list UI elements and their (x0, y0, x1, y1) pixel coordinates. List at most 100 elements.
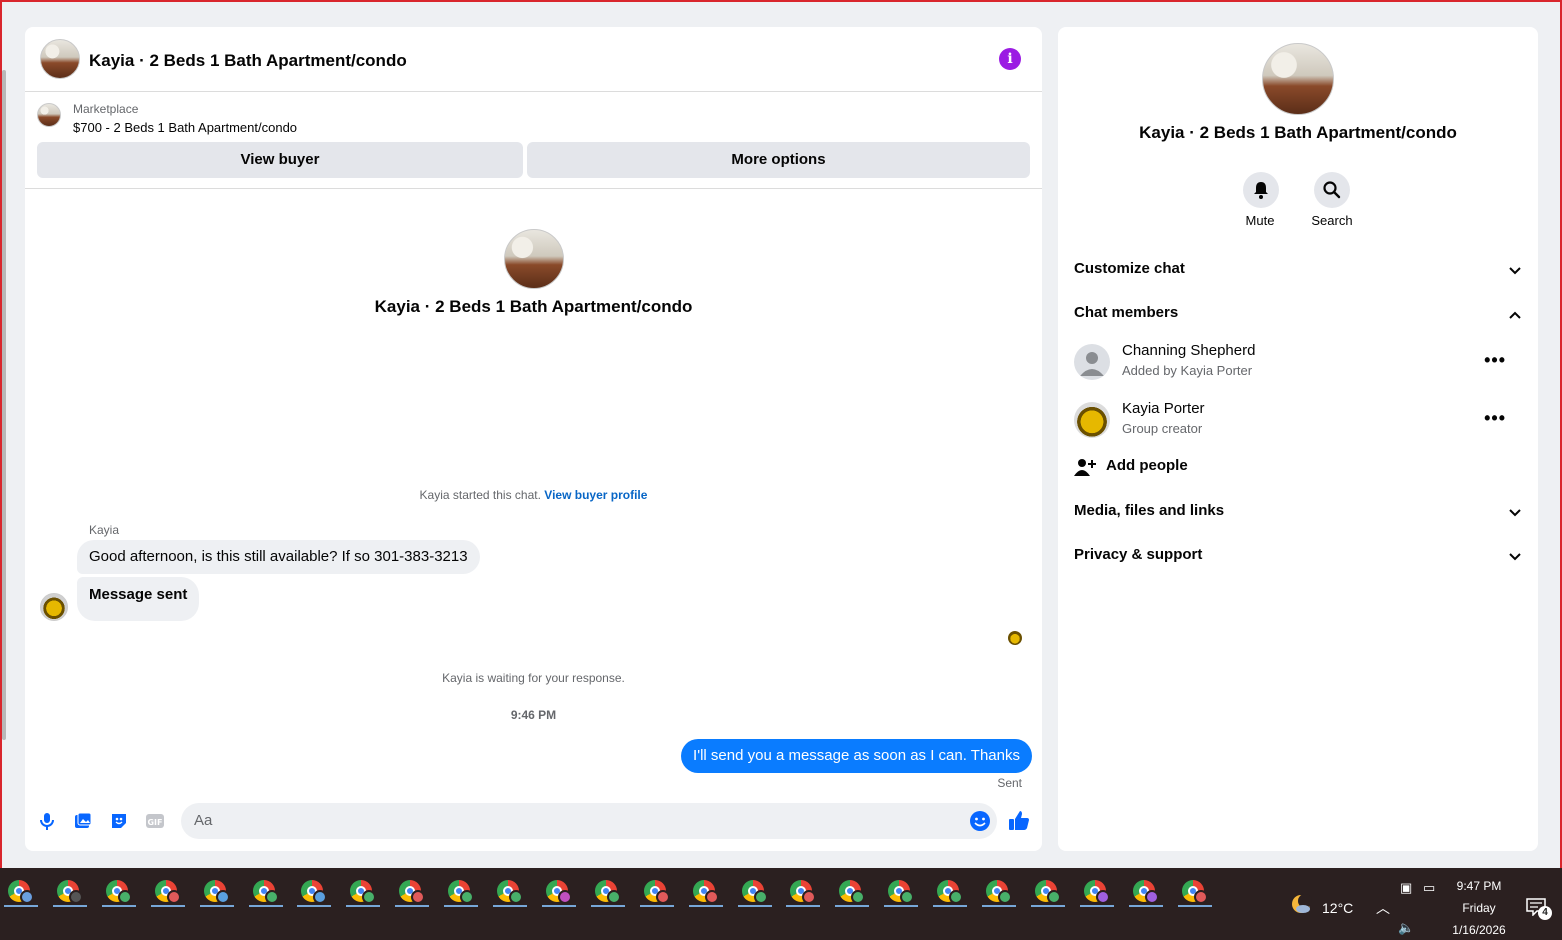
running-indicator (199, 905, 234, 907)
taskbar-chrome-item[interactable] (1030, 876, 1065, 907)
profile-badge-icon (900, 890, 915, 904)
message-composer: GIF Aa (25, 797, 1042, 851)
profile-badge-icon (509, 890, 523, 904)
running-indicator (541, 905, 576, 907)
member-row[interactable]: Channing Shepherd Added by Kayia Porter … (1074, 342, 1522, 386)
chevron-up-icon[interactable]: ︿ (1376, 898, 1390, 918)
taskbar-chrome-item[interactable] (4, 876, 38, 907)
outgoing-message[interactable]: I'll send you a message as soon as I can… (681, 739, 1032, 773)
running-indicator (4, 905, 38, 907)
taskbar-chrome-item[interactable] (297, 876, 332, 907)
listing-title[interactable]: $700 - 2 Beds 1 Bath Apartment/condo (73, 120, 297, 135)
profile-badge-icon (166, 890, 181, 904)
weather-moon-icon[interactable] (1290, 893, 1312, 915)
more-icon[interactable]: ••• (1484, 350, 1506, 371)
taskbar-chrome-item[interactable] (590, 876, 625, 907)
info-icon[interactable]: i (999, 48, 1021, 70)
photo-icon[interactable] (73, 811, 93, 831)
running-indicator (297, 905, 332, 907)
taskbar-chrome-item[interactable] (1177, 876, 1212, 907)
page-scrollbar[interactable] (2, 70, 6, 740)
thumbs-up-icon[interactable] (1007, 809, 1031, 833)
media-files-section[interactable]: Media, files and links (1074, 502, 1522, 526)
taskbar-chrome-item[interactable] (346, 876, 381, 907)
taskbar-chrome-item[interactable] (688, 876, 723, 907)
taskbar-chrome-item[interactable] (639, 876, 674, 907)
taskbar-chrome-item[interactable] (982, 876, 1016, 907)
chat-header: Kayia · 2 Beds 1 Bath Apartment/condo i (25, 27, 1042, 92)
sender-avatar[interactable] (40, 593, 68, 621)
marketplace-bar: Marketplace $700 - 2 Beds 1 Bath Apartme… (25, 93, 1042, 189)
chat-members-section[interactable]: Chat members (1074, 304, 1522, 328)
person-icon (1080, 352, 1104, 376)
member-avatar[interactable] (1074, 402, 1110, 438)
svg-text:GIF: GIF (147, 818, 162, 827)
search-button[interactable] (1314, 172, 1350, 208)
gif-icon[interactable]: GIF (145, 811, 165, 831)
weather-temperature[interactable]: 12°C (1322, 900, 1353, 916)
taskbar-chrome-item[interactable] (395, 876, 430, 907)
conversation-avatar[interactable] (504, 229, 564, 289)
profile-badge-icon (949, 890, 964, 904)
info-avatar[interactable] (1262, 43, 1334, 115)
taskbar-chrome-item[interactable] (150, 876, 185, 907)
profile-badge-icon (655, 890, 670, 904)
taskbar-chrome-item[interactable] (737, 876, 772, 907)
add-people-button[interactable]: Add people (1074, 455, 1374, 479)
view-buyer-button[interactable]: View buyer (37, 142, 523, 178)
taskbar-chrome-item[interactable] (835, 876, 870, 907)
profile-badge-icon (20, 890, 34, 904)
profile-badge-icon (1046, 890, 1061, 904)
clock-day[interactable]: Friday (1440, 901, 1518, 915)
mute-button[interactable] (1243, 172, 1279, 208)
profile-badge-icon (851, 890, 866, 904)
view-buyer-profile-link[interactable]: View buyer profile (544, 488, 647, 502)
taskbar-chrome-item[interactable] (493, 876, 527, 907)
profile-badge-icon (557, 890, 572, 904)
emoji-icon[interactable] (969, 810, 991, 832)
privacy-support-section[interactable]: Privacy & support (1074, 546, 1522, 570)
volume-icon[interactable]: 🔈 (1398, 920, 1414, 936)
taskbar-chrome-item[interactable] (444, 876, 479, 907)
profile-badge-icon (606, 890, 621, 904)
taskbar-chrome-item[interactable] (1079, 876, 1114, 907)
camera-icon[interactable]: ▣ (1400, 880, 1412, 896)
customize-chat-label: Customize chat (1074, 260, 1185, 277)
customize-chat-section[interactable]: Customize chat (1074, 260, 1522, 284)
running-indicator (1177, 905, 1212, 907)
message-input[interactable]: Aa (181, 803, 997, 839)
running-indicator (884, 905, 919, 907)
incoming-message[interactable]: Message sent (77, 577, 200, 621)
taskbar-chrome-item[interactable] (541, 876, 576, 907)
windows-taskbar: 12°C ︿ ▣ ▭ 🔈 9:47 PM Friday 1/16/2026 4 (0, 868, 1562, 940)
chat-avatar[interactable] (40, 39, 80, 79)
sent-status: Sent (997, 776, 1022, 790)
running-indicator (395, 905, 430, 907)
more-icon[interactable]: ••• (1484, 408, 1506, 429)
info-title: Kayia · 2 Beds 1 Bath Apartment/condo (1139, 123, 1457, 142)
taskbar-chrome-item[interactable] (786, 876, 821, 907)
member-subtitle: Added by Kayia Porter (1122, 363, 1253, 378)
chat-title[interactable]: Kayia · 2 Beds 1 Bath Apartment/condo (89, 51, 407, 71)
taskbar-chrome-item[interactable] (101, 876, 136, 907)
clock-time[interactable]: 9:47 PM (1440, 879, 1518, 893)
default-avatar[interactable] (1074, 344, 1110, 380)
running-indicator (639, 905, 674, 907)
taskbar-chrome-item[interactable] (248, 876, 283, 907)
microphone-icon[interactable] (37, 811, 57, 831)
incoming-message[interactable]: Good afternoon, is this still available?… (77, 540, 480, 574)
running-indicator (786, 905, 821, 907)
taskbar-chrome-item[interactable] (1128, 876, 1163, 907)
sender-name: Kayia (89, 523, 120, 537)
taskbar-chrome-item[interactable] (199, 876, 234, 907)
clock-date[interactable]: 1/16/2026 (1440, 923, 1518, 937)
taskbar-chrome-item[interactable] (52, 876, 87, 907)
listing-thumbnail[interactable] (37, 103, 61, 127)
more-options-button[interactable]: More options (527, 142, 1030, 178)
taskbar-chrome-item[interactable] (884, 876, 919, 907)
member-name: Channing Shepherd (1122, 342, 1256, 359)
taskbar-chrome-item[interactable] (933, 876, 968, 907)
network-icon[interactable]: ▭ (1423, 880, 1435, 896)
sticker-icon[interactable] (109, 811, 129, 831)
member-row[interactable]: Kayia Porter Group creator ••• (1074, 400, 1522, 444)
